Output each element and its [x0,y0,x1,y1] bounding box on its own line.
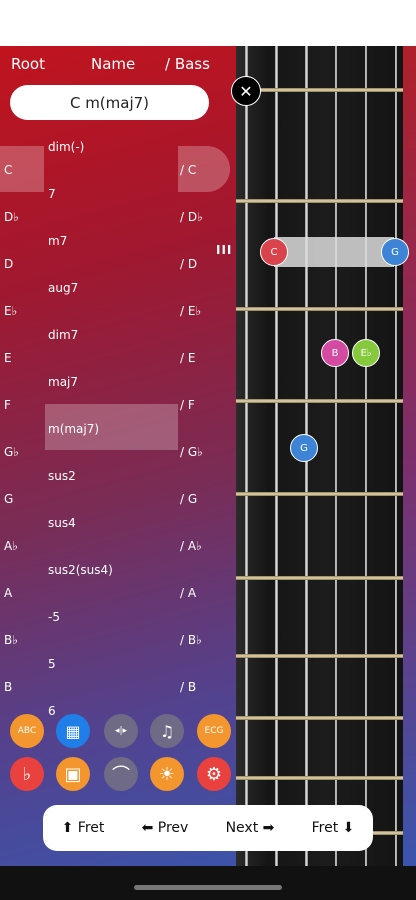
chord-type-option[interactable]: 5 [48,657,56,671]
bass-option[interactable]: / D♭ [180,210,203,224]
bass-option[interactable]: / F [180,398,195,412]
bass-option[interactable]: / A♭ [180,539,202,553]
root-option[interactable]: B [4,680,12,694]
note-marker: E♭ [352,339,380,367]
chord-type-option[interactable]: m7 [48,234,67,248]
prev-button[interactable]: ⬅ Prev [142,820,189,836]
fretboard[interactable] [236,46,416,866]
chord-type-option[interactable]: sus4 [48,516,76,530]
fret-wire [236,492,416,496]
note-marker: B [321,339,349,367]
guitar-string [245,46,248,866]
chord-type-option[interactable]: m(maj7) [48,422,99,436]
chord-type-option[interactable]: -5 [48,610,60,624]
fret-wire [236,88,416,92]
harp-icon[interactable]: ⌒ [104,757,138,791]
chord-type-option[interactable]: 6 [48,704,56,718]
header-root: Root [11,55,45,73]
fret-up-button[interactable]: ⬆ Fret [62,820,105,836]
notation-icon[interactable]: ABC [10,714,44,748]
note-marker: G [381,238,409,266]
chord-type-option[interactable]: sus2(sus4) [48,563,113,577]
fret-wire [236,716,416,720]
chord-type-option[interactable]: aug7 [48,281,78,295]
flip-icon[interactable]: ◂|▸ [104,714,138,748]
root-option[interactable]: E [4,351,12,365]
music-note-icon[interactable]: ♫ [150,714,184,748]
chord-type-option[interactable]: sus2 [48,469,76,483]
chord-type-option[interactable]: 7 [48,187,56,201]
bass-option[interactable]: / B♭ [180,633,202,647]
bass-option[interactable]: / E♭ [180,304,201,318]
guitar-string [335,46,337,866]
root-option[interactable]: F [4,398,11,412]
bass-option[interactable]: / G♭ [180,445,203,459]
root-option[interactable]: B♭ [4,633,18,647]
chord-name-display: C m(maj7) [10,85,209,120]
bass-option[interactable]: / A [180,586,196,600]
fret-wire [236,654,416,658]
chord-type-option[interactable]: dim7 [48,328,78,342]
guitar-string [365,46,367,866]
header-bass: / Bass [165,55,210,73]
chord-type-option[interactable]: dim(‑) [48,140,84,154]
fret-wire [236,307,416,311]
root-option[interactable]: D [4,257,13,271]
barre-indicator [274,237,394,267]
bass-option[interactable]: / E [180,351,195,365]
next-button[interactable]: Next ➡ [226,820,275,836]
fretboard-edge [403,46,416,866]
root-option[interactable]: D♭ [4,210,19,224]
flat-icon[interactable]: ♭ [10,757,44,791]
bass-option[interactable]: / B [180,680,196,694]
root-option[interactable]: C [4,163,12,177]
root-option[interactable]: G [4,492,13,506]
bass-option[interactable]: / C [180,163,196,177]
chord-type-option[interactable]: maj7 [48,375,78,389]
settings-icon[interactable]: ⚙ [197,757,231,791]
fret-wire [236,399,416,403]
root-option[interactable]: G♭ [4,445,19,459]
light-icon[interactable]: ☀ [150,757,184,791]
root-option[interactable]: E♭ [4,304,17,318]
status-bar [0,0,416,46]
navigation-bar: ⬆ Fret ⬅ Prev Next ➡ Fret ⬇ [43,805,373,851]
fret-wire [236,576,416,580]
fret-wire [236,776,416,780]
guitar-string [395,46,397,866]
bass-option[interactable]: / D [180,257,197,271]
root-option[interactable]: A♭ [4,539,18,553]
fret-wire [236,199,416,203]
root-option[interactable]: A [4,586,12,600]
system-bar [0,866,416,900]
circle-notes-icon[interactable]: ECG [197,714,231,748]
guitar-string [275,46,278,866]
note-marker: G [290,434,318,462]
header-name: Name [91,55,136,73]
close-button[interactable]: ✕ [231,76,261,106]
bass-option[interactable]: / G [180,492,197,506]
fret-down-button[interactable]: Fret ⬇ [312,820,355,836]
drag-handle[interactable]: III [216,243,232,257]
note-marker: C [260,238,288,266]
guitar-icon[interactable]: ▣ [56,757,90,791]
table-icon[interactable]: ▦ [56,714,90,748]
home-indicator[interactable] [134,885,282,890]
